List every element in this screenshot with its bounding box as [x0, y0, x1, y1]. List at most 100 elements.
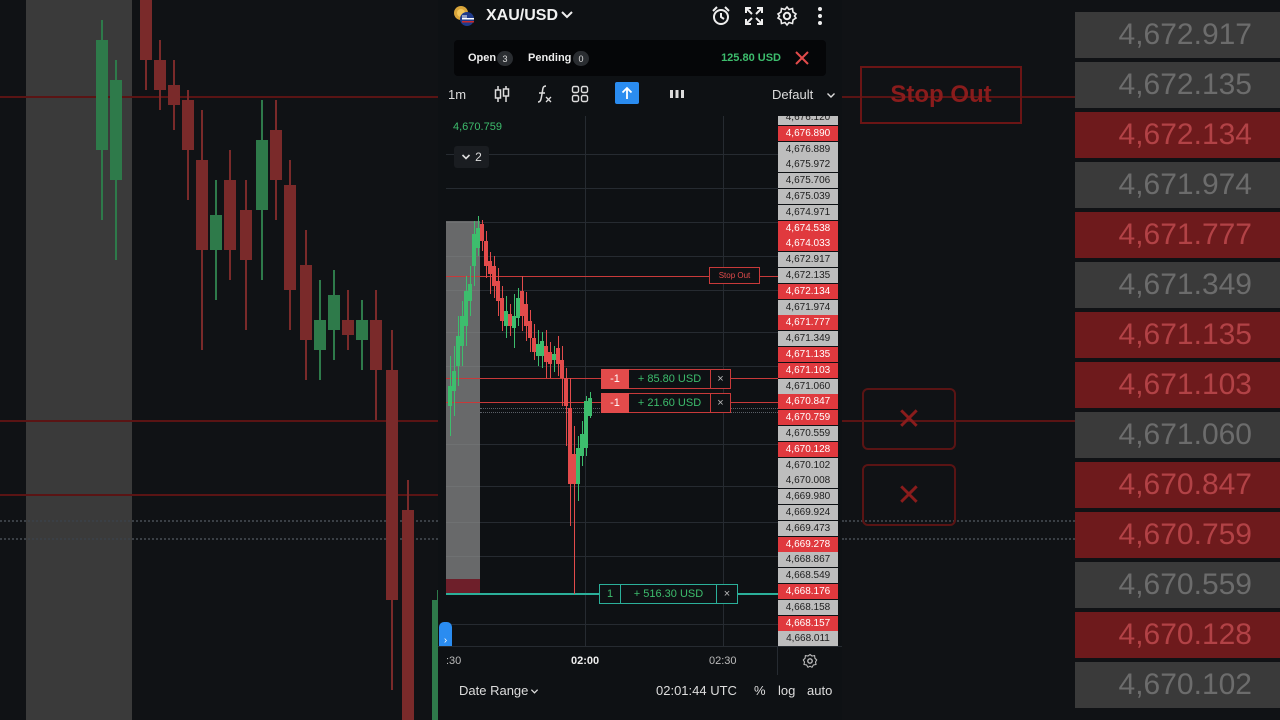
- trade-button[interactable]: [615, 82, 639, 104]
- side-panel-handle[interactable]: ›: [439, 622, 452, 646]
- price-axis-label: 4,669.278: [778, 536, 838, 552]
- price-axis-label: 4,671.103: [778, 362, 838, 378]
- auto-scale-toggle[interactable]: auto: [807, 683, 832, 698]
- price-axis-label: 4,669.924: [778, 505, 838, 520]
- candle-wick: [573, 426, 575, 594]
- bg-candle-body: [140, 0, 152, 60]
- position-qty: -1: [601, 393, 629, 413]
- indicators-fx-icon[interactable]: [534, 84, 554, 104]
- grid-line: [446, 256, 778, 257]
- price-axis-label: 4,674.971: [778, 204, 838, 220]
- date-range-button[interactable]: Date Range: [459, 683, 528, 698]
- percent-scale-toggle[interactable]: %: [754, 683, 766, 698]
- candle-body: [528, 321, 532, 338]
- grid-line: [446, 486, 778, 487]
- price-axis-label: 4,675.039: [778, 189, 838, 204]
- bg-candle-body: [328, 295, 340, 330]
- price-axis-label: 4,668.157: [778, 615, 838, 631]
- grid-line: [446, 522, 778, 523]
- grid-line: [446, 154, 778, 155]
- pending-count-badge: 0: [573, 51, 589, 66]
- bg-price-label: 4,671.777: [1075, 212, 1280, 258]
- background-left: [0, 0, 438, 720]
- price-axis[interactable]: 4,676.120 4,676.890 4,676.889 4,675.972 4,67…: [778, 116, 838, 646]
- bg-candle-body: [224, 180, 236, 250]
- bg-price-label: 4,670.847: [1075, 462, 1280, 508]
- tab-pending[interactable]: Pending: [528, 52, 571, 64]
- candles-icon[interactable]: [492, 84, 512, 104]
- close-all-icon[interactable]: [794, 50, 810, 66]
- bg-candle-body: [386, 370, 398, 600]
- gear-icon[interactable]: [776, 5, 798, 27]
- position-qty: 1: [599, 584, 621, 604]
- layout-grid-icon[interactable]: [570, 84, 590, 104]
- bg-candle-body: [240, 210, 252, 260]
- price-axis-label: 4,671.135: [778, 347, 838, 362]
- time-axis: :30 02:00 02:30: [438, 646, 842, 675]
- more-vertical-icon[interactable]: [809, 5, 831, 27]
- bg-close-icon: ✕: [862, 388, 956, 450]
- bg-price-label: 4,672.134: [1075, 112, 1280, 158]
- bg-price-label: 4,670.559: [1075, 562, 1280, 608]
- grid-line: [446, 624, 778, 625]
- trading-app: XAU/USD Open 3 Pending 0 125.80 USD 1m D…: [438, 0, 842, 720]
- bg-dotted-line: [842, 538, 1075, 540]
- price-axis-label: 4,676.889: [778, 141, 838, 157]
- bg-dotted-line: [0, 538, 438, 540]
- log-scale-toggle[interactable]: log: [778, 683, 795, 698]
- open-count-badge: 3: [497, 51, 513, 66]
- tab-open[interactable]: Open: [468, 52, 496, 64]
- indicator-count: 2: [475, 150, 482, 164]
- price-axis-label: 4,674.538: [778, 220, 838, 236]
- candle-body: [588, 398, 592, 416]
- position-tag[interactable]: -1 + 85.80 USD ×: [601, 369, 731, 389]
- grid-line: [446, 556, 778, 557]
- price-axis-label: 4,672.135: [778, 268, 838, 283]
- price-axis-label: 4,675.706: [778, 173, 838, 189]
- candle-body: [452, 371, 456, 391]
- price-axis-label: 4,670.847: [778, 394, 838, 410]
- bg-candle-body: [110, 80, 122, 180]
- grid-line: [446, 222, 778, 223]
- price-axis-label: 4,669.980: [778, 489, 838, 505]
- price-chart[interactable]: 4,670.759 2 Stop Out -1 + 85.80 USD × -1…: [438, 116, 778, 646]
- close-position-button[interactable]: ×: [710, 369, 731, 389]
- fullscreen-icon[interactable]: [743, 5, 765, 27]
- position-pnl: + 516.30 USD: [621, 584, 716, 604]
- chevron-down-icon[interactable]: [826, 90, 836, 100]
- grid-line: [446, 444, 778, 445]
- timeframe-select[interactable]: 1m: [448, 87, 466, 102]
- price-axis-label: 4,670.008: [778, 473, 838, 489]
- price-axis-label: 4,671.974: [778, 299, 838, 315]
- close-position-button[interactable]: ×: [710, 393, 731, 413]
- settings-icon[interactable]: [802, 653, 818, 669]
- alarm-clock-icon[interactable]: [710, 5, 732, 27]
- bg-candle-body: [300, 265, 312, 340]
- header: XAU/USD: [438, 0, 842, 34]
- bg-red-line: [0, 96, 438, 98]
- candle-body: [480, 224, 484, 241]
- price-axis-label: 4,670.759: [778, 410, 838, 426]
- bg-price-label: 4,671.974: [1075, 162, 1280, 208]
- chevron-down-icon[interactable]: [530, 687, 539, 696]
- close-position-button[interactable]: ×: [716, 584, 738, 604]
- position-tag[interactable]: 1 + 516.30 USD ×: [599, 584, 738, 604]
- symbol-title[interactable]: XAU/USD: [486, 7, 558, 25]
- price-axis-label: 4,671.777: [778, 315, 838, 331]
- bg-stop-out-label: Stop Out: [860, 66, 1022, 124]
- template-select[interactable]: Default: [772, 87, 813, 102]
- position-tag[interactable]: -1 + 21.60 USD ×: [601, 393, 731, 413]
- background-right: Stop Out ✕ ✕ 4,672.917 4,672.135 4,672.134…: [842, 0, 1280, 720]
- chart-toolbar: 1m Default: [438, 80, 842, 108]
- time-tick: :30: [446, 655, 462, 667]
- stop-out-label: Stop Out: [709, 267, 760, 284]
- price-axis-label: 4,668.867: [778, 552, 838, 568]
- price-axis-label: 4,668.549: [778, 568, 838, 584]
- bg-price-label: 4,671.135: [1075, 312, 1280, 358]
- bars-icon[interactable]: [667, 84, 687, 104]
- chevron-down-icon: [462, 154, 471, 160]
- chevron-down-icon[interactable]: [560, 8, 574, 22]
- indicators-toggle[interactable]: 2: [454, 146, 489, 168]
- position-qty: -1: [601, 369, 629, 389]
- last-price-label: 4,670.759: [453, 121, 502, 133]
